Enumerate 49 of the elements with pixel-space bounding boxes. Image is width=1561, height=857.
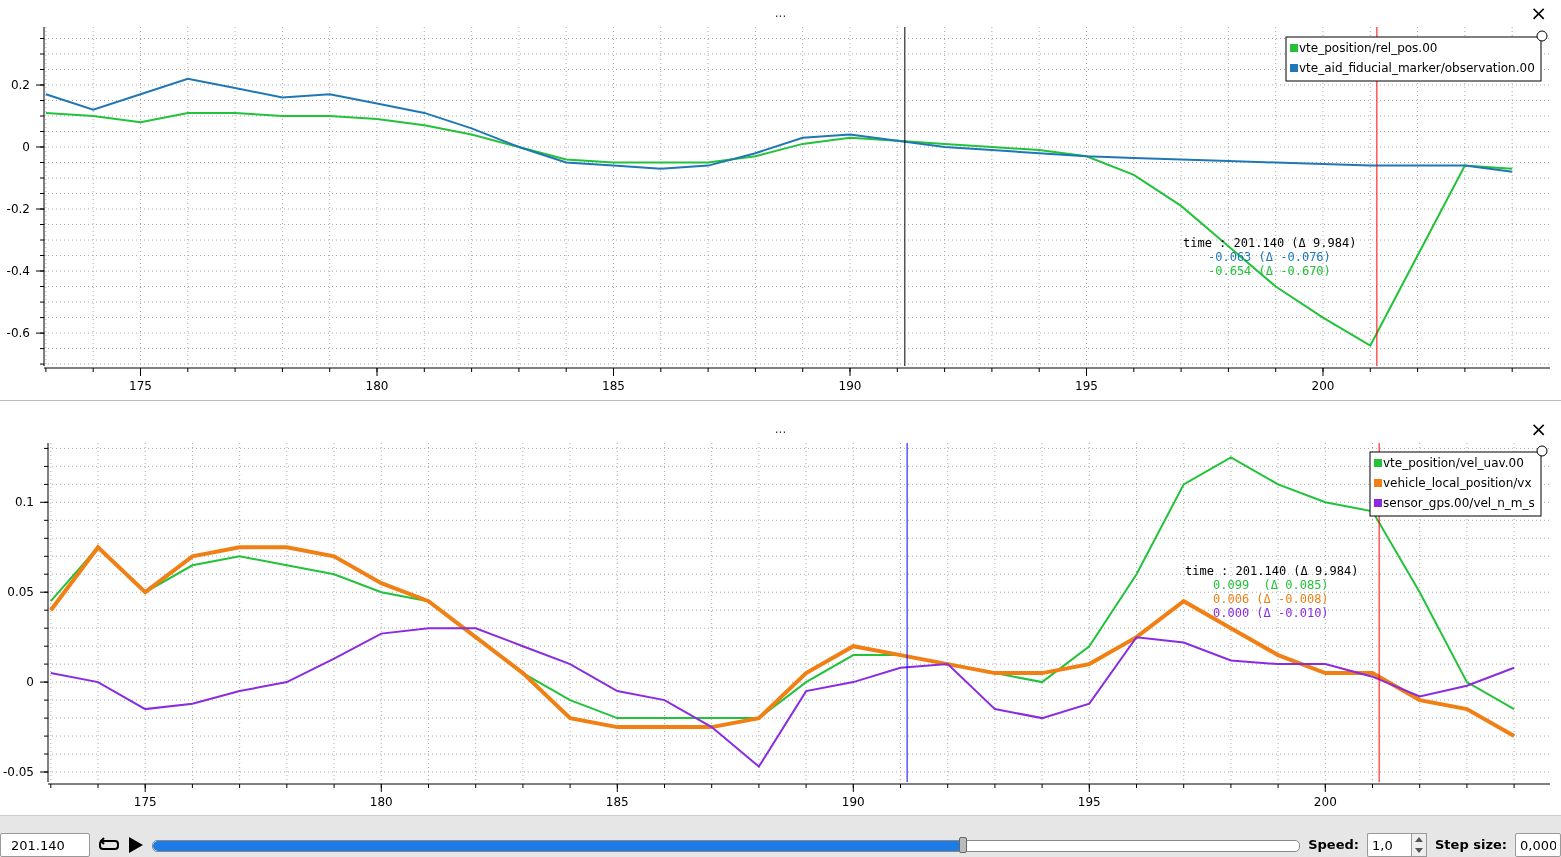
tooltip-text: -0.654 (Δ -0.670) [1208,264,1331,278]
down-arrow-icon[interactable] [1415,848,1423,853]
cursor-line[interactable] [904,26,906,367]
tick-label: 190 [838,379,862,393]
slider-handle[interactable] [959,837,968,853]
tick-label: 0.05 [7,585,34,600]
up-arrow-icon[interactable] [1415,837,1423,842]
resize-handle-icon[interactable] [1536,30,1548,42]
tick-label: 195 [1075,379,1098,393]
tick-label: 180 [369,795,393,809]
loop-icon [98,837,120,853]
legend-label[interactable]: sensor_gps.00/vel_n_m_s [1383,496,1535,510]
tick-label: -0.05 [2,765,34,779]
time-slider[interactable] [152,840,1301,852]
tick-label: 180 [365,379,389,393]
step-size-label: Step size: [1435,836,1507,854]
tooltip-text: 0.099 (Δ 0.085) [1213,578,1329,592]
plot-title: ... [774,422,787,436]
tooltip-text: time : 201.140 (Δ 9.984) [1183,236,1357,250]
tick-label: 190 [841,795,865,809]
close-button[interactable]: × [1530,419,1547,439]
legend-label[interactable]: vte_aid_fiducial_marker/observation.00 [1299,61,1535,75]
tick-label: 175 [129,379,152,393]
legend-label[interactable]: vte_position/vel_uav.00 [1383,456,1524,470]
tick-label: 200 [1311,379,1335,393]
close-button[interactable]: × [1530,3,1547,23]
tick-label: 185 [605,795,629,809]
plot-title: ... [774,6,787,20]
tick-label: 0 [26,675,34,690]
tick-label: 0.1 [14,495,34,510]
tick-label: 195 [1077,795,1101,809]
tooltip-text: 0.006 (Δ -0.008) [1213,592,1329,606]
tick-label: -0.4 [6,264,30,279]
tick-label: 175 [133,795,157,809]
resize-handle-icon[interactable] [1536,445,1548,457]
tooltip-text: time : 201.140 (Δ 9.984) [1185,564,1359,578]
tick-label: 200 [1313,795,1337,809]
legend-label[interactable]: vte_position/rel_pos.00 [1299,41,1438,55]
play-icon [128,836,144,854]
step-size-field[interactable]: 0,000 [1515,833,1561,857]
tick-label: 0.2 [10,78,30,92]
tick-label: 0 [22,140,30,154]
tick-label: -0.6 [6,326,30,341]
tick-label: 185 [602,379,625,393]
legend-label[interactable]: vehicle_local_position/vx [1383,476,1532,490]
time-field[interactable]: 201.140 [0,833,90,857]
speed-label: Speed: [1308,836,1359,854]
tooltip-text: 0.000 (Δ -0.010) [1213,606,1329,620]
tick-label: -0.2 [6,202,30,216]
